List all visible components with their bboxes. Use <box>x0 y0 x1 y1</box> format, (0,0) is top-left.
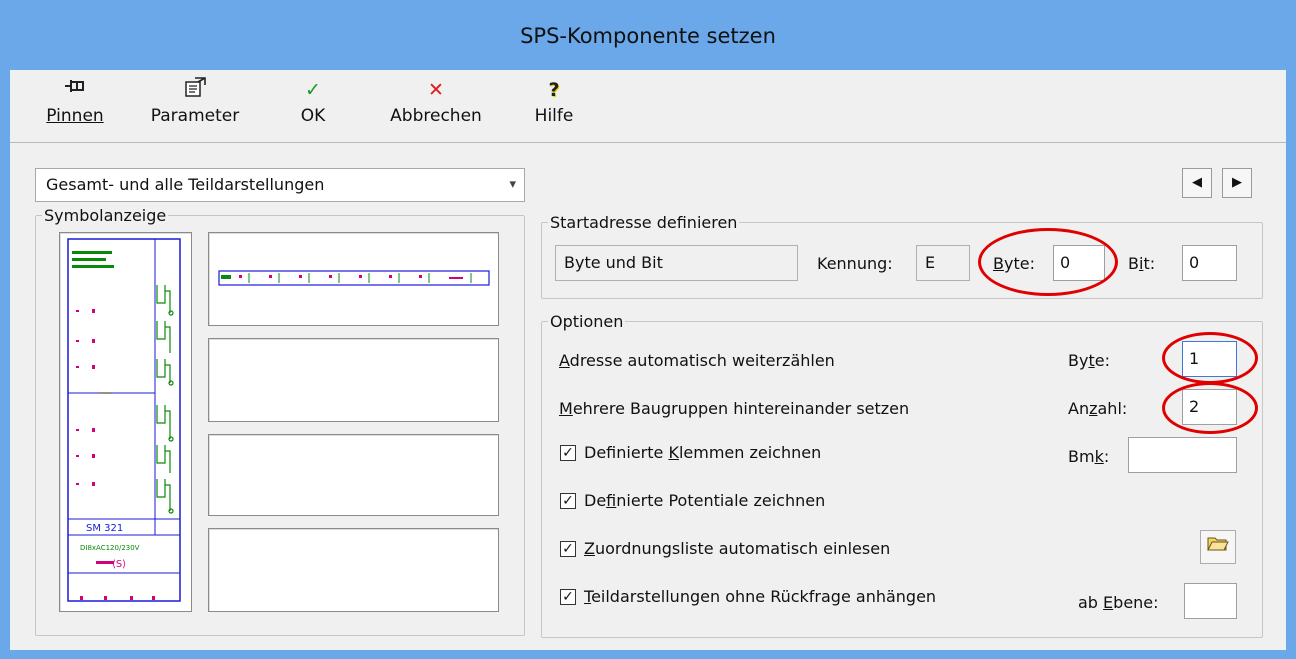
level-label: ab Ebene: <box>1078 593 1159 612</box>
help-label: Hilfe <box>534 106 574 126</box>
bit-label: Bit: <box>1128 254 1156 273</box>
parameter-button[interactable]: Parameter <box>140 76 250 138</box>
cancel-button[interactable]: ✕ Abbrechen <box>380 76 492 138</box>
pin-icon <box>38 76 112 104</box>
symbol-preview-1[interactable] <box>208 232 499 326</box>
properties-icon <box>140 76 250 104</box>
plc-module-strip-symbol <box>218 270 490 286</box>
view-select-value: Gesamt- und alle Teildarstellungen <box>46 175 325 194</box>
pin-button[interactable]: Pinnen <box>38 76 112 138</box>
triangle-left-icon: ◀ <box>1192 175 1202 190</box>
partial-views-label: Teildarstellungen ohne Rückfrage anhänge… <box>584 587 937 606</box>
chevron-down-icon: ▾ <box>509 177 516 192</box>
auto-count-label: Adresse automatisch weiterzählen <box>559 351 835 370</box>
help-button[interactable]: ? Hilfe <box>526 76 582 138</box>
terminals-checkbox[interactable]: ✓ <box>560 445 576 461</box>
cancel-label: Abbrechen <box>390 106 482 126</box>
symbol-preview-4[interactable] <box>208 528 499 612</box>
count-label: Anzahl: <box>1068 399 1128 418</box>
highlight-circle <box>978 228 1118 296</box>
kennung-label: Kennung: <box>817 254 893 273</box>
address-mode-field[interactable]: Byte und Bit <box>555 245 798 281</box>
pin-label: Pinnen <box>46 106 104 126</box>
bmk-label: Bmk: <box>1068 447 1110 466</box>
assignment-list-label: Zuordnungsliste automatisch einlesen <box>584 539 891 558</box>
view-select[interactable]: Gesamt- und alle Teildarstellungen ▾ <box>35 168 525 202</box>
kennung-field[interactable]: E <box>916 245 970 281</box>
bmk-input[interactable] <box>1128 437 1237 473</box>
svg-text:SM 321: SM 321 <box>86 523 123 534</box>
parameter-label: Parameter <box>150 106 240 126</box>
highlight-circle <box>1162 382 1258 434</box>
level-input[interactable] <box>1184 583 1237 619</box>
cross-icon: ✕ <box>428 79 444 101</box>
open-folder-button[interactable] <box>1200 530 1236 564</box>
symbol-panel-legend: Symbolanzeige <box>44 206 167 225</box>
bit-input[interactable]: 0 <box>1182 245 1237 281</box>
symbol-preview-3[interactable] <box>208 434 499 516</box>
svg-text:⟨S⟩: ⟨S⟩ <box>112 559 126 570</box>
ok-label: OK <box>300 106 326 126</box>
checkmark-icon: ✓ <box>305 79 321 101</box>
auto-count-byte-label: Byte: <box>1068 351 1110 370</box>
partial-views-checkbox[interactable]: ✓ <box>560 589 576 605</box>
ok-button[interactable]: ✓ OK <box>288 76 338 138</box>
symbol-preview-main[interactable]: SM 321 DI8xAC120/230V ⟨S⟩ <box>59 232 192 612</box>
toolbar: Pinnen Parameter ✓ OK ✕ Abbrechen ? Hilf… <box>10 70 1286 143</box>
terminals-label: Definierte Klemmen zeichnen <box>584 443 822 462</box>
potentials-label: Definierte Potentiale zeichnen <box>584 491 826 510</box>
options-legend: Optionen <box>550 312 624 331</box>
triangle-right-icon: ▶ <box>1232 175 1242 190</box>
plc-module-symbol: SM 321 DI8xAC120/230V ⟨S⟩ <box>67 238 181 602</box>
highlight-circle <box>1162 332 1258 384</box>
open-folder-icon <box>1207 536 1229 557</box>
multi-placement-label: Mehrere Baugruppen hintereinander setzen <box>559 399 910 418</box>
dialog-window: SPS-Komponente setzen Pinnen Parameter ✓… <box>0 0 1296 659</box>
assignment-list-checkbox[interactable]: ✓ <box>560 541 576 557</box>
start-address-legend: Startadresse definieren <box>550 213 738 232</box>
next-button[interactable]: ▶ <box>1222 168 1252 198</box>
potentials-checkbox[interactable]: ✓ <box>560 493 576 509</box>
svg-text:DI8xAC120/230V: DI8xAC120/230V <box>80 544 140 552</box>
symbol-preview-2[interactable] <box>208 338 499 422</box>
window-title: SPS-Komponente setzen <box>520 24 776 48</box>
previous-button[interactable]: ◀ <box>1182 168 1212 198</box>
dialog-client: Pinnen Parameter ✓ OK ✕ Abbrechen ? Hilf… <box>10 70 1286 650</box>
help-icon: ? <box>548 79 560 101</box>
